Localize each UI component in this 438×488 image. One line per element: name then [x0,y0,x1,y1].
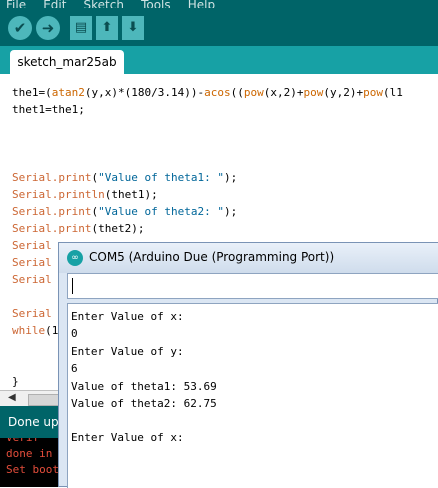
arrow-right-icon: ➜ [41,19,55,37]
arduino-icon: ∞ [67,250,83,266]
upload-button[interactable]: ➜ [36,16,60,40]
scroll-left-icon[interactable]: ◀ [8,392,16,403]
serial-output-line: Enter Value of y: [71,345,184,358]
serial-output-line: Enter Value of x: [71,431,184,444]
code-line-print-theta1: Serial.print("Value of theta1: "); [12,171,238,184]
code-line-while: while(1 [12,324,59,337]
menu-sketch[interactable]: Sketch [84,0,124,8]
tab-sketch[interactable]: sketch_mar25ab [10,50,124,74]
checkmark-icon: ✔ [13,19,27,37]
code-line-the1: the1=(atan2(y,x)*(180/3.14))-acos((pow(x… [12,86,403,99]
menu-edit[interactable]: Edit [43,0,66,8]
menu-tools[interactable]: Tools [141,0,171,8]
code-line-serial-8: Serial [12,307,52,320]
open-button[interactable]: ⬆ [96,16,118,40]
code-line-print-theta2: Serial.print("Value of theta2: "); [12,205,238,218]
serial-output-area: Enter Value of x: 0 Enter Value of y: 6 … [67,303,438,488]
code-line-brace: } [12,375,19,388]
code-line-serial-5: Serial [12,239,52,252]
code-line-serial-7: Serial [12,273,52,286]
code-line-println-thet1: Serial.println(thet1); [12,188,158,201]
serial-send-input[interactable] [67,273,438,299]
serial-output-line: Enter Value of x: [71,310,184,323]
serial-output-line: 0 [71,327,78,340]
serial-output-line: Value of theta1: 53.69 [71,380,217,393]
verify-button[interactable]: ✔ [8,16,32,40]
toolbar: ✔ ➜ ▤ ⬆ ⬇ [0,8,438,46]
save-button[interactable]: ⬇ [122,16,144,40]
serial-output-line: Value of theta2: 62.75 [71,397,217,410]
serial-monitor-titlebar[interactable]: ∞ COM5 (Arduino Due (Programming Port)) [59,243,438,273]
serial-monitor-window: ∞ COM5 (Arduino Due (Programming Port)) … [58,242,438,488]
serial-monitor-title: COM5 (Arduino Due (Programming Port)) [89,250,335,264]
code-line-serial-6: Serial [12,256,52,269]
new-button[interactable]: ▤ [70,16,92,40]
text-caret [72,278,73,294]
arrow-up-icon: ⬆ [101,20,113,35]
menu-help[interactable]: Help [188,0,215,8]
menu-file[interactable]: File [6,0,26,8]
code-line-thet1: thet1=the1; [12,103,85,116]
menu-bar: File Edit Sketch Tools Help [0,0,438,8]
tab-bar: sketch_mar25ab [0,46,438,74]
serial-output-line: 6 [71,362,78,375]
code-line-print-thet2: Serial.print(thet2); [12,222,145,235]
new-file-icon: ▤ [74,20,88,35]
arrow-down-icon: ⬇ [127,20,139,35]
